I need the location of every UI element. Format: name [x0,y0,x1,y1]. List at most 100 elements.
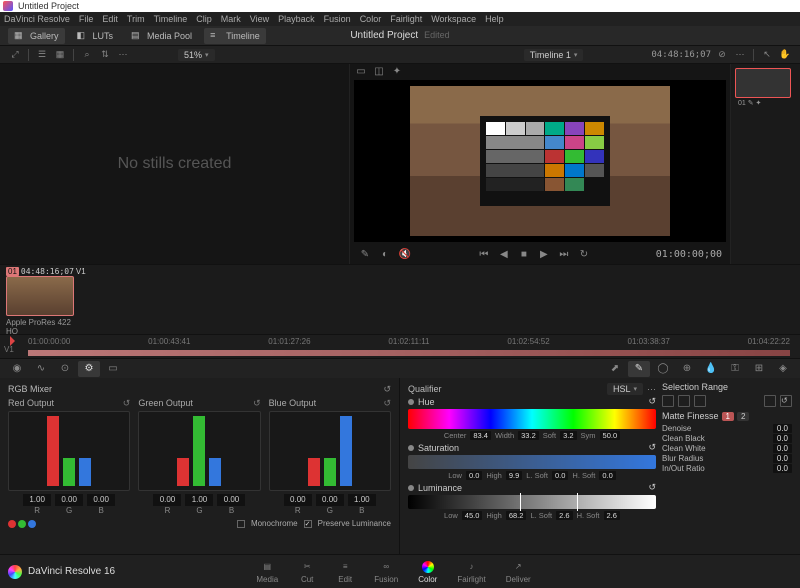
options2-icon[interactable]: ⋯ [733,48,747,62]
options-icon[interactable]: ⋯ [116,48,130,62]
grid-icon[interactable]: ▦ [53,48,67,62]
bypass-icon[interactable]: ⊘ [715,48,729,62]
menu-app[interactable]: DaVinci Resolve [4,14,70,24]
blue-bars[interactable] [269,411,391,491]
page-fairlight[interactable]: ♪Fairlight [457,560,485,584]
menu-help[interactable]: Help [485,14,504,24]
cleanblack-value[interactable]: 0.0 [773,434,792,443]
blur-value[interactable]: 0.0 [773,454,792,463]
reset-icon[interactable]: ↺ [383,384,391,395]
page-fusion[interactable]: ∞Fusion [374,560,398,584]
prev-frame-button[interactable]: ◀ [497,247,511,261]
cleanwhite-value[interactable]: 0.0 [773,444,792,453]
mini-timeline[interactable]: 01:00:00:0001:00:43:4101:01:27:2601:02:1… [0,334,800,358]
page-color[interactable]: Color [418,560,437,584]
pointer-icon[interactable]: ↖ [760,48,774,62]
menu-fairlight[interactable]: Fairlight [390,14,422,24]
window-icon[interactable]: ◯ [652,361,674,377]
reset-hue-icon[interactable]: ↺ [648,396,656,407]
ratio-value[interactable]: 0.0 [773,464,792,473]
reset-green-icon[interactable]: ↺ [253,398,261,409]
viewer[interactable] [354,80,726,242]
clip-thumbnail-strip: 0104:48:16;07V1 Apple ProRes 422 HQ [0,264,800,334]
stop-button[interactable]: ■ [517,247,531,261]
gallery-button[interactable]: ▦Gallery [8,28,65,44]
picker-add-icon[interactable] [678,395,690,407]
reset-blue-icon[interactable]: ↺ [383,398,391,409]
finesse-page-2[interactable]: 2 [737,412,749,421]
clip-thumbnail[interactable]: 0104:48:16;07V1 Apple ProRes 422 HQ [6,267,76,336]
page-media[interactable]: ▤Media [256,560,278,584]
picker-icon[interactable]: ✎ [358,247,372,261]
key-icon[interactable]: ⚿ [724,361,746,377]
top-toolbar: ▦Gallery ◧LUTs ▤Media Pool ≡Timeline Unt… [0,26,800,46]
luts-button[interactable]: ◧LUTs [71,28,120,44]
curves2-icon[interactable]: ⬈ [604,361,626,377]
hand-icon[interactable]: ✋ [778,48,792,62]
hue-gradient[interactable] [408,409,656,429]
primaries-icon[interactable]: ◉ [6,361,28,377]
menu-playback[interactable]: Playback [278,14,315,24]
menu-file[interactable]: File [79,14,94,24]
menu-workspace[interactable]: Workspace [431,14,476,24]
rgbmixer-icon[interactable]: ⚙ [78,361,100,377]
motion-icon[interactable]: ▭ [102,361,124,377]
green-bars[interactable] [138,411,260,491]
reset-sel-icon[interactable]: ↺ [780,395,792,407]
sizing-icon[interactable]: ⊞ [748,361,770,377]
picker-sub-icon[interactable] [694,395,706,407]
mute-icon[interactable]: 🔇 [398,247,412,261]
finesse-page-1[interactable]: 1 [722,412,734,421]
expand-icon[interactable]: ⤢ [8,48,22,62]
edit-icon: ≡ [336,560,354,574]
reset-red-icon[interactable]: ↺ [123,398,131,409]
luminance-gradient[interactable] [408,495,656,509]
reset-sat-icon[interactable]: ↺ [648,442,656,453]
menu-color[interactable]: Color [360,14,382,24]
stills-panel: No stills created [0,64,350,264]
zoom-dropdown[interactable]: 51% [178,49,215,61]
node-01[interactable]: 01 ✎ ✦ [735,68,791,98]
red-bars[interactable] [8,411,130,491]
play-button[interactable]: ▶ [537,247,551,261]
preserve-lum-checkbox[interactable] [304,520,312,528]
loop-button[interactable]: ↻ [577,247,591,261]
mediapool-button[interactable]: ▤Media Pool [125,28,198,44]
viewer-mode-icon[interactable]: ▭ [354,64,368,78]
menu-edit[interactable]: Edit [102,14,118,24]
page-deliver[interactable]: ↗Deliver [506,560,531,584]
next-frame-button[interactable]: ⏭ [557,247,571,261]
menu-clip[interactable]: Clip [196,14,212,24]
reset-lum-icon[interactable]: ↺ [648,482,656,493]
tracker-icon[interactable]: ⊕ [676,361,698,377]
qualifier-mode-dropdown[interactable]: HSL [607,383,643,395]
invert-icon[interactable] [764,395,776,407]
menu-mark[interactable]: Mark [221,14,241,24]
saturation-gradient[interactable] [408,455,656,469]
timeline-button[interactable]: ≡Timeline [204,28,266,44]
page-cut[interactable]: ✂Cut [298,560,316,584]
list-icon[interactable]: ☰ [35,48,49,62]
wipe-icon[interactable]: ◐ [378,247,392,261]
menu-fusion[interactable]: Fusion [324,14,351,24]
page-edit[interactable]: ≡Edit [336,560,354,584]
transport-bar: ✎ ◐ 🔇 ⏮ ◀ ■ ▶ ⏭ ↻ 01:00:00;00 [350,244,730,264]
first-frame-button[interactable]: ⏮ [477,247,491,261]
curves-icon[interactable]: ∿ [30,361,52,377]
search-icon[interactable]: ⌕ [80,48,94,62]
blur-icon[interactable]: 💧 [700,361,722,377]
window-titlebar: Untitled Project [0,0,800,12]
viewer-split-icon[interactable]: ◫ [372,64,386,78]
menu-trim[interactable]: Trim [127,14,145,24]
sort-icon[interactable]: ⇅ [98,48,112,62]
picker-tool-icon[interactable] [662,395,674,407]
monochrome-checkbox[interactable] [237,520,245,528]
viewer-highlight-icon[interactable]: ✦ [390,64,404,78]
menu-view[interactable]: View [250,14,269,24]
timeline-dropdown[interactable]: Timeline 1 [524,49,584,61]
wheels-icon[interactable]: ⊙ [54,361,76,377]
3d-icon[interactable]: ◈ [772,361,794,377]
qualifier-icon[interactable]: ✎ [628,361,650,377]
denoise-value[interactable]: 0.0 [773,424,792,433]
menu-timeline[interactable]: Timeline [154,14,188,24]
